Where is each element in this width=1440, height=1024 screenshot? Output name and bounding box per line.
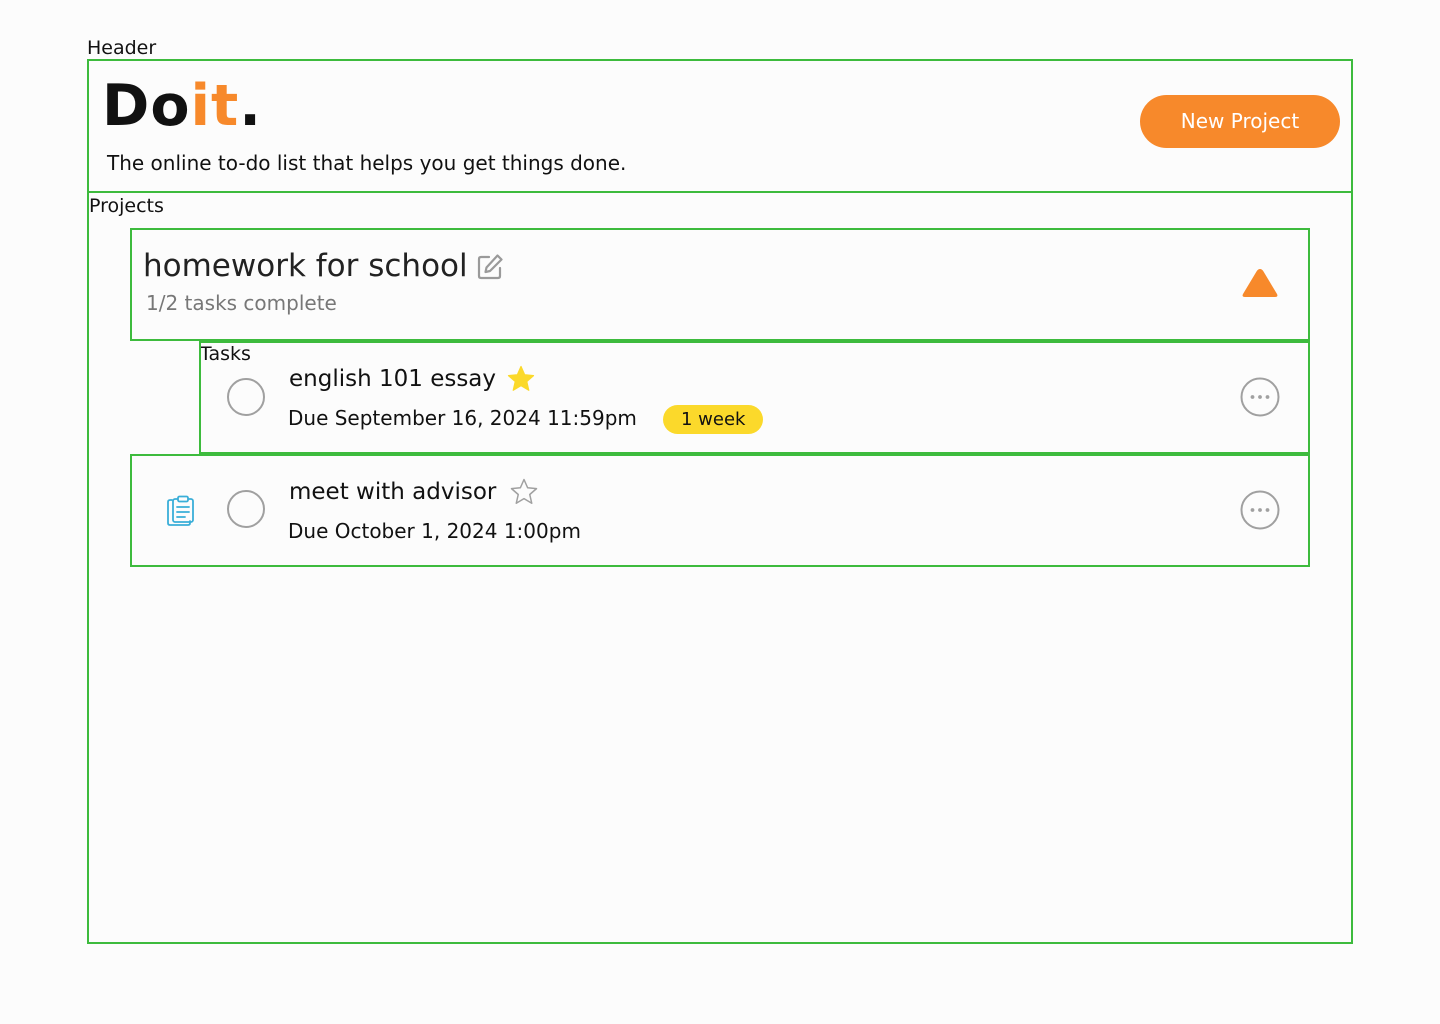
time-remaining-badge: 1 week	[663, 405, 764, 434]
task-complete-checkbox[interactable]	[227, 378, 265, 416]
task-row[interactable]	[130, 454, 1310, 567]
new-project-button[interactable]: New Project	[1140, 95, 1340, 148]
clipboard-icon[interactable]	[164, 494, 198, 528]
edit-icon[interactable]	[476, 253, 504, 281]
task-row[interactable]	[199, 341, 1310, 454]
logo-part-it: it	[190, 73, 240, 139]
more-options-icon[interactable]	[1240, 377, 1280, 417]
project-progress: 1/2 tasks complete	[146, 291, 337, 315]
project-card[interactable]	[130, 228, 1310, 341]
logo-part-dot: .	[239, 73, 262, 139]
more-options-icon[interactable]	[1240, 490, 1280, 530]
star-outline-icon[interactable]	[509, 477, 539, 507]
task-complete-checkbox[interactable]	[227, 490, 265, 528]
star-filled-icon[interactable]	[506, 364, 536, 394]
logo-part-do: Do	[102, 73, 191, 139]
logo: Doit.	[102, 76, 262, 136]
header-region-label: Header	[87, 37, 157, 59]
project-title: homework for school	[143, 248, 468, 284]
tagline: The online to-do list that helps you get…	[107, 151, 627, 175]
task-due-date: Due October 1, 2024 1:00pm	[288, 519, 581, 543]
triangle-up-icon[interactable]	[1240, 266, 1280, 300]
task-due-date: Due September 16, 2024 11:59pm	[288, 406, 637, 430]
task-title: meet with advisor	[289, 479, 497, 505]
task-title: english 101 essay	[289, 366, 497, 392]
